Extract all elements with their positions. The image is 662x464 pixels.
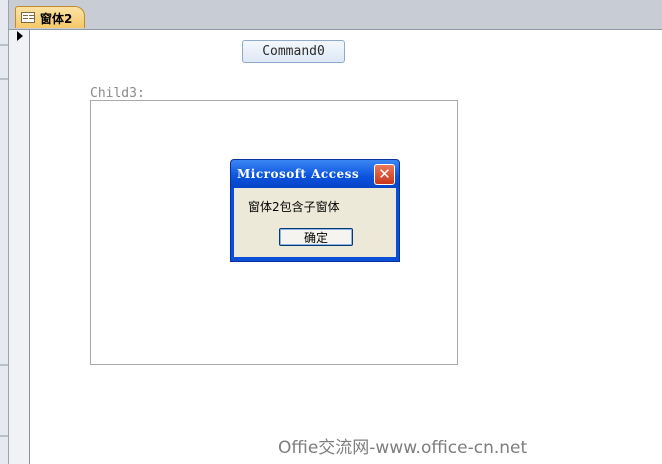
dialog-message: 窗体2包含子窗体 — [248, 200, 340, 214]
record-selector[interactable] — [9, 30, 30, 464]
current-record-arrow-icon — [17, 31, 23, 41]
tab-label: 窗体2 — [40, 12, 73, 26]
document-tab-bar: 窗体2 — [9, 0, 662, 30]
nav-divider — [0, 435, 8, 437]
command0-button[interactable]: Command0 — [242, 40, 345, 63]
tab-form2[interactable]: 窗体2 — [15, 6, 85, 28]
subform-label: Child3: — [90, 86, 145, 101]
dialog-titlebar[interactable]: Microsoft Access ✕ — [231, 160, 399, 188]
dialog-body: 窗体2包含子窗体 确定 — [234, 188, 396, 257]
navigation-pane-strip[interactable] — [0, 0, 9, 464]
dialog-title: Microsoft Access — [237, 167, 360, 181]
nav-divider — [0, 44, 8, 46]
form-icon — [21, 12, 35, 23]
watermark: Offie交流网-www.office-cn.net — [278, 438, 528, 458]
message-dialog: Microsoft Access ✕ 窗体2包含子窗体 确定 — [230, 159, 400, 262]
nav-divider — [0, 364, 8, 366]
close-icon[interactable]: ✕ — [374, 164, 395, 185]
ok-button[interactable]: 确定 — [279, 228, 353, 246]
nav-divider — [0, 78, 8, 80]
